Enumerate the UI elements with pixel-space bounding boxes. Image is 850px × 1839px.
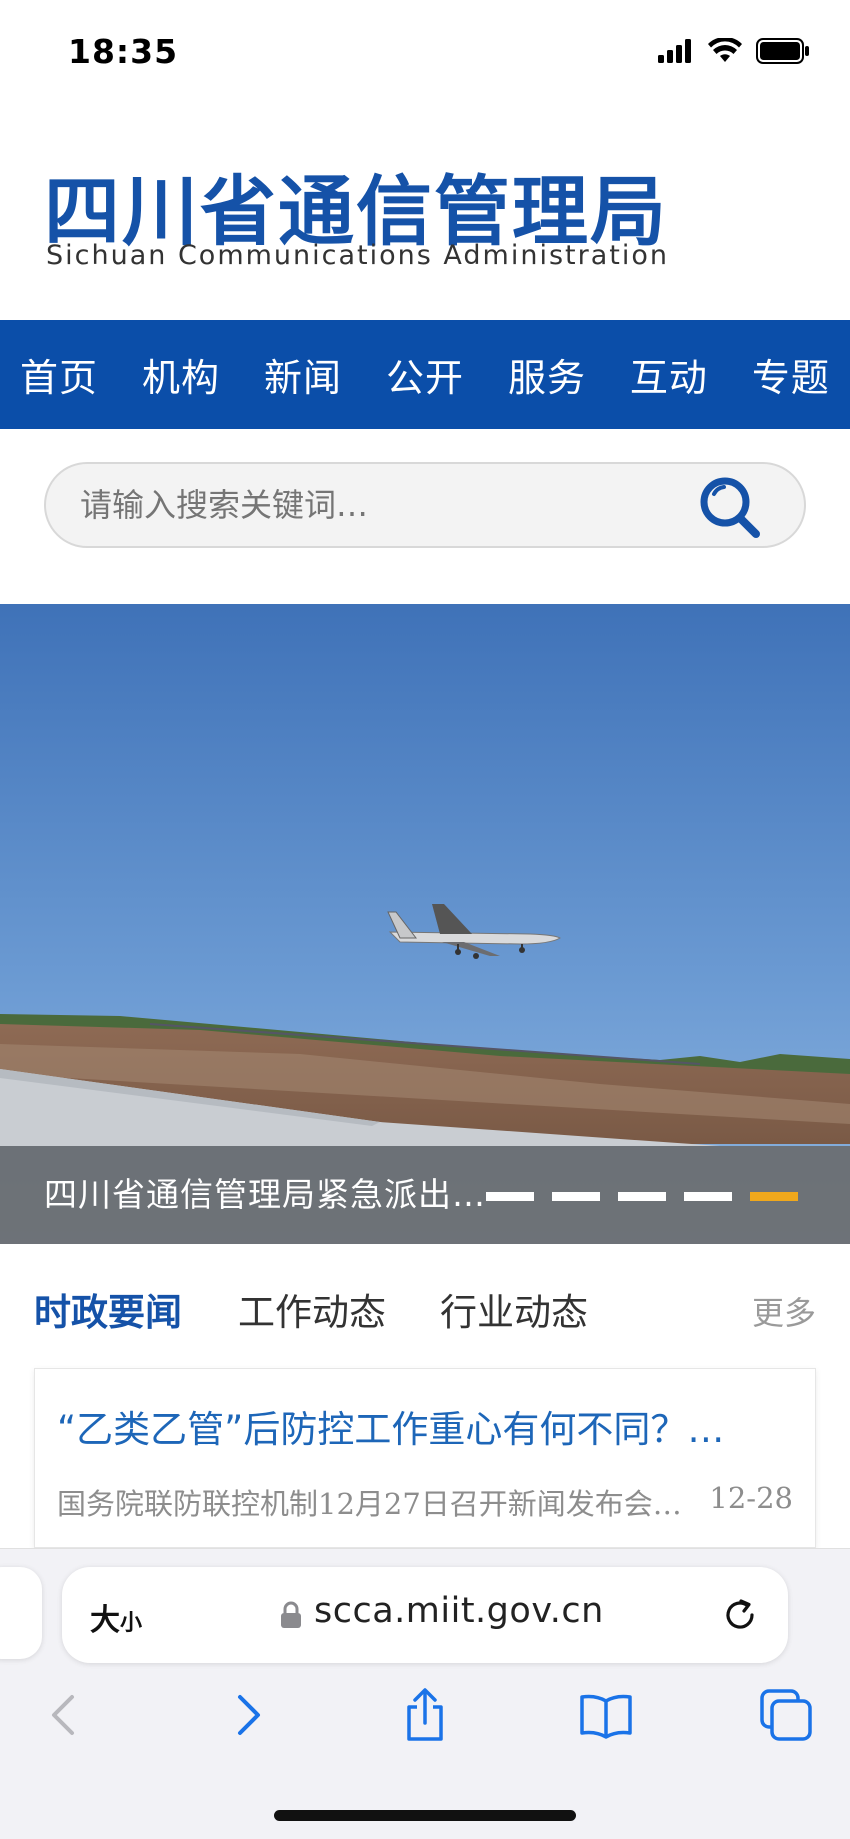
main-nav: 首页 机构 新闻 公开 服务 互动 专题 bbox=[0, 320, 850, 429]
carousel-dot[interactable] bbox=[618, 1192, 666, 1201]
carousel-dot-active[interactable] bbox=[750, 1192, 798, 1201]
news-summary: 国务院联防联控机制12月27日召开新闻发布会… bbox=[57, 1487, 682, 1521]
nav-item-services[interactable]: 服务 bbox=[508, 347, 586, 402]
wifi-icon bbox=[708, 38, 742, 62]
news-card[interactable]: “乙类乙管”后防控工作重心有何不同？… 国务院联防联控机制12月27日召开新闻发… bbox=[34, 1368, 816, 1548]
url-text[interactable]: scca.miit.gov.cn bbox=[314, 1591, 604, 1631]
banner-caption[interactable]: 四川省通信管理局紧急派出… bbox=[44, 1146, 486, 1244]
search-input[interactable] bbox=[80, 464, 680, 546]
browser-toolbar bbox=[0, 1683, 850, 1763]
tab-industry-updates[interactable]: 行业动态 bbox=[440, 1282, 588, 1336]
site-logo-subtitle: Sichuan Communications Administration bbox=[46, 240, 669, 271]
status-bar: 18:35 bbox=[0, 0, 850, 100]
carousel-indicators bbox=[486, 1192, 798, 1201]
news-title[interactable]: “乙类乙管”后防控工作重心有何不同？… bbox=[57, 1399, 797, 1453]
bookmarks-icon[interactable] bbox=[578, 1687, 634, 1743]
cellular-signal-icon bbox=[658, 39, 691, 63]
tab-current-affairs[interactable]: 时政要闻 bbox=[34, 1282, 182, 1336]
tab-work-updates[interactable]: 工作动态 bbox=[238, 1282, 386, 1336]
lock-icon bbox=[281, 1601, 301, 1628]
battery-icon bbox=[756, 38, 809, 64]
banner-carousel[interactable]: 四川省通信管理局紧急派出… bbox=[0, 604, 850, 1244]
previous-tab-peek[interactable] bbox=[0, 1567, 42, 1659]
search-icon[interactable] bbox=[696, 474, 766, 540]
status-time: 18:35 bbox=[68, 32, 179, 71]
news-date: 12-28 bbox=[709, 1481, 793, 1515]
text-size-large-label: 大 bbox=[90, 1603, 120, 1638]
tabs-icon[interactable] bbox=[758, 1687, 814, 1743]
home-indicator[interactable] bbox=[274, 1810, 576, 1821]
search-bar bbox=[44, 462, 806, 548]
text-size-small-label: 小 bbox=[120, 1611, 143, 1636]
status-icons bbox=[658, 38, 810, 64]
nav-item-topics[interactable]: 专题 bbox=[752, 347, 830, 402]
carousel-dot[interactable] bbox=[684, 1192, 732, 1201]
more-link[interactable]: 更多 bbox=[752, 1288, 816, 1334]
nav-item-news[interactable]: 新闻 bbox=[264, 347, 342, 402]
browser-bottom-bar: 大小 scca.miit.gov.cn bbox=[0, 1548, 850, 1839]
nav-item-organization[interactable]: 机构 bbox=[142, 347, 220, 402]
back-icon[interactable] bbox=[36, 1687, 92, 1743]
reload-icon[interactable] bbox=[720, 1595, 760, 1635]
address-bar[interactable]: 大小 scca.miit.gov.cn bbox=[62, 1567, 788, 1663]
share-icon[interactable] bbox=[397, 1687, 453, 1743]
forward-icon[interactable] bbox=[220, 1687, 276, 1743]
site-header: 四川省通信管理局 Sichuan Communications Administ… bbox=[0, 100, 850, 320]
nav-item-disclosure[interactable]: 公开 bbox=[386, 347, 464, 402]
nav-item-interaction[interactable]: 互动 bbox=[630, 347, 708, 402]
carousel-dot[interactable] bbox=[486, 1192, 534, 1201]
text-size-button[interactable]: 大小 bbox=[90, 1595, 142, 1639]
news-tabs: 时政要闻 工作动态 行业动态 更多 bbox=[0, 1268, 850, 1354]
banner-caption-bar: 四川省通信管理局紧急派出… bbox=[0, 1146, 850, 1244]
nav-item-home[interactable]: 首页 bbox=[20, 347, 98, 402]
carousel-dot[interactable] bbox=[552, 1192, 600, 1201]
